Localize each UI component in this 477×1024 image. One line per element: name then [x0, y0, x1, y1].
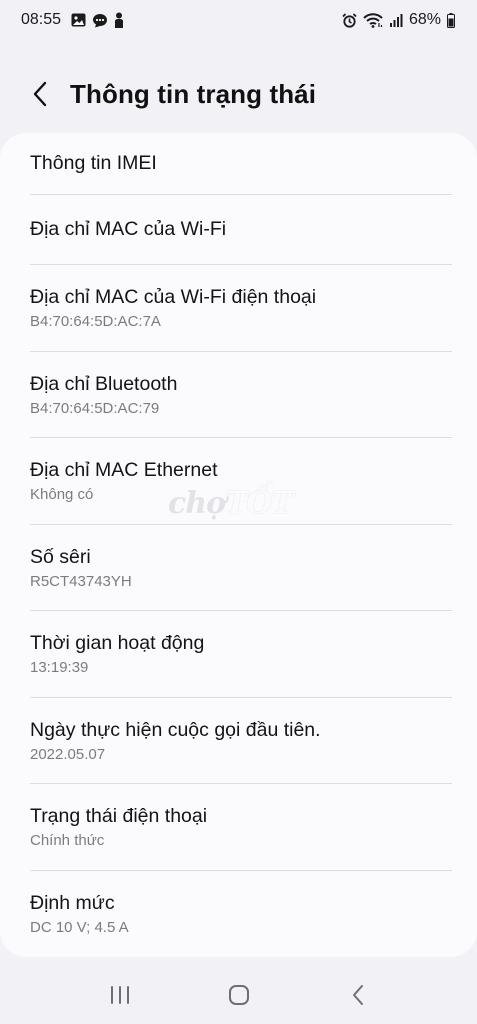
list-item-value: B4:70:64:5D:AC:7A [30, 313, 161, 330]
back-button[interactable] [14, 68, 66, 120]
list-item-serial[interactable]: Số sêri R5CT43743YH [30, 525, 452, 611]
list-item-title: Số sêri [30, 546, 91, 568]
list-item-title: Thông tin IMEI [30, 152, 157, 174]
home-button[interactable] [209, 970, 269, 1020]
app-header: Thông tin trạng thái [0, 68, 477, 120]
battery-icon [447, 12, 455, 28]
status-bar-left: 08:55 [21, 11, 124, 29]
chat-icon [92, 13, 108, 28]
list-item-title: Thời gian hoạt động [30, 632, 205, 654]
wifi-icon [363, 12, 383, 28]
recents-icon [110, 986, 129, 1004]
nav-back-button[interactable] [328, 970, 388, 1020]
list-item-rating[interactable]: Định mức DC 10 V; 4.5 A [30, 871, 452, 957]
status-bar-right: 68% [342, 11, 455, 29]
back-icon [352, 985, 363, 1005]
list-item-imei[interactable]: Thông tin IMEI [30, 133, 452, 193]
chevron-left-icon [33, 81, 47, 107]
list-item-wifi-mac[interactable]: Địa chỉ MAC của Wi-Fi [30, 195, 452, 263]
status-time: 08:55 [21, 11, 62, 28]
person-icon [114, 12, 124, 28]
list-item-value: B4:70:64:5D:AC:79 [30, 400, 160, 417]
list-item-title: Địa chỉ Bluetooth [30, 373, 178, 395]
list-item-title: Trạng thái điện thoại [30, 805, 208, 827]
list-item-title: Địa chỉ MAC của Wi-Fi [30, 218, 227, 240]
list-item-title: Định mức [30, 892, 115, 914]
recents-button[interactable] [90, 970, 150, 1020]
navigation-bar [0, 966, 477, 1024]
list-item-title: Ngày thực hiện cuộc gọi đầu tiên. [30, 719, 321, 741]
alarm-icon [342, 12, 357, 28]
battery-percent: 68% [408, 11, 441, 28]
list-item-value: Chính thức [30, 832, 105, 849]
home-icon [228, 985, 249, 1005]
list-item-title: Địa chỉ MAC Ethernet [30, 459, 218, 481]
page-title: Thông tin trạng thái [70, 78, 317, 109]
list-item-first-call-date[interactable]: Ngày thực hiện cuộc gọi đầu tiên. 2022.0… [30, 698, 452, 784]
list-item-value: 2022.05.07 [30, 746, 106, 763]
status-bar: 08:55 68% [0, 0, 477, 40]
gallery-icon [71, 13, 86, 27]
list-item-value: 13:19:39 [30, 659, 89, 676]
watermark-logo: chợTỐT [168, 486, 294, 521]
list-item-phone-wifi-mac[interactable]: Địa chỉ MAC của Wi-Fi điện thoại B4:70:6… [30, 265, 452, 351]
list-item-uptime[interactable]: Thời gian hoạt động 13:19:39 [30, 611, 452, 697]
list-item-bluetooth[interactable]: Địa chỉ Bluetooth B4:70:64:5D:AC:79 [30, 352, 452, 438]
list-item-value: R5CT43743YH [30, 573, 132, 590]
list-item-value: DC 10 V; 4.5 A [30, 919, 129, 936]
signal-icon [389, 13, 403, 27]
list-item-phone-status[interactable]: Trạng thái điện thoại Chính thức [30, 784, 452, 870]
status-info-list: Thông tin IMEI Địa chỉ MAC của Wi-Fi Địa… [0, 133, 477, 957]
list-item-title: Địa chỉ MAC của Wi-Fi điện thoại [30, 286, 317, 308]
